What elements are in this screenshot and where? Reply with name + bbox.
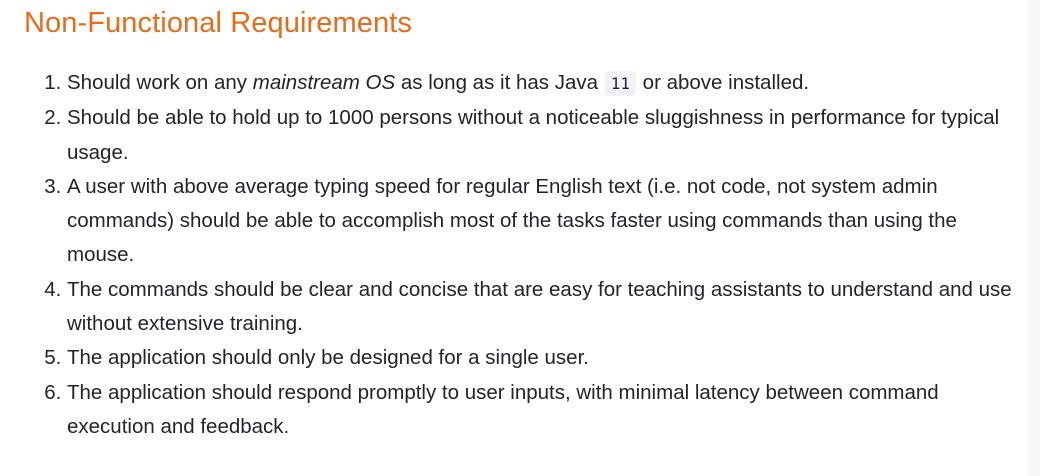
section-heading: Non-Functional Requirements xyxy=(24,7,412,39)
document-page: Non-Functional Requirements Should work … xyxy=(0,0,1028,476)
requirement-1-text-end: or above installed. xyxy=(636,71,810,94)
requirement-1-text-middle: as long as it has Java xyxy=(395,71,604,94)
requirement-item-6: The application should respond promptly … xyxy=(67,376,1022,445)
requirements-list: Should work on any mainstream OS as long… xyxy=(36,66,1022,444)
java-version-code: 11 xyxy=(604,71,636,96)
requirement-item-1: Should work on any mainstream OS as long… xyxy=(67,66,1022,101)
requirement-item-3: A user with above average typing speed f… xyxy=(67,170,1022,273)
requirement-1-emphasis: mainstream OS xyxy=(252,71,396,94)
requirement-item-2: Should be able to hold up to 1000 person… xyxy=(67,101,1022,170)
requirement-item-5: The application should only be designed … xyxy=(67,341,1022,375)
requirement-item-4: The commands should be clear and concise… xyxy=(67,273,1022,342)
page-edge xyxy=(1028,0,1040,476)
requirement-1-text-start: Should work on any xyxy=(67,71,253,94)
